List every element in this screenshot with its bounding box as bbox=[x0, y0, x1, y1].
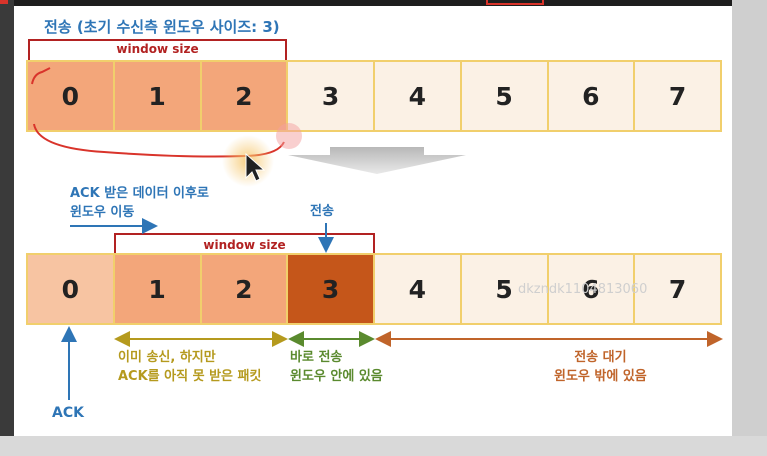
pen-tick-mark bbox=[31, 67, 51, 85]
right-edge bbox=[732, 0, 767, 456]
top-red-mark-left bbox=[0, 0, 8, 4]
left-edge bbox=[0, 0, 14, 456]
bottom-edge bbox=[0, 436, 767, 456]
slide: 전송 (초기 수신측 윈도우 사이즈: 3) window size 0 1 2… bbox=[14, 6, 732, 436]
pen-highlight bbox=[276, 123, 302, 149]
diagram-overlay bbox=[31, 67, 723, 400]
down-shift-arrow bbox=[288, 147, 466, 174]
top-red-mark bbox=[486, 0, 544, 5]
